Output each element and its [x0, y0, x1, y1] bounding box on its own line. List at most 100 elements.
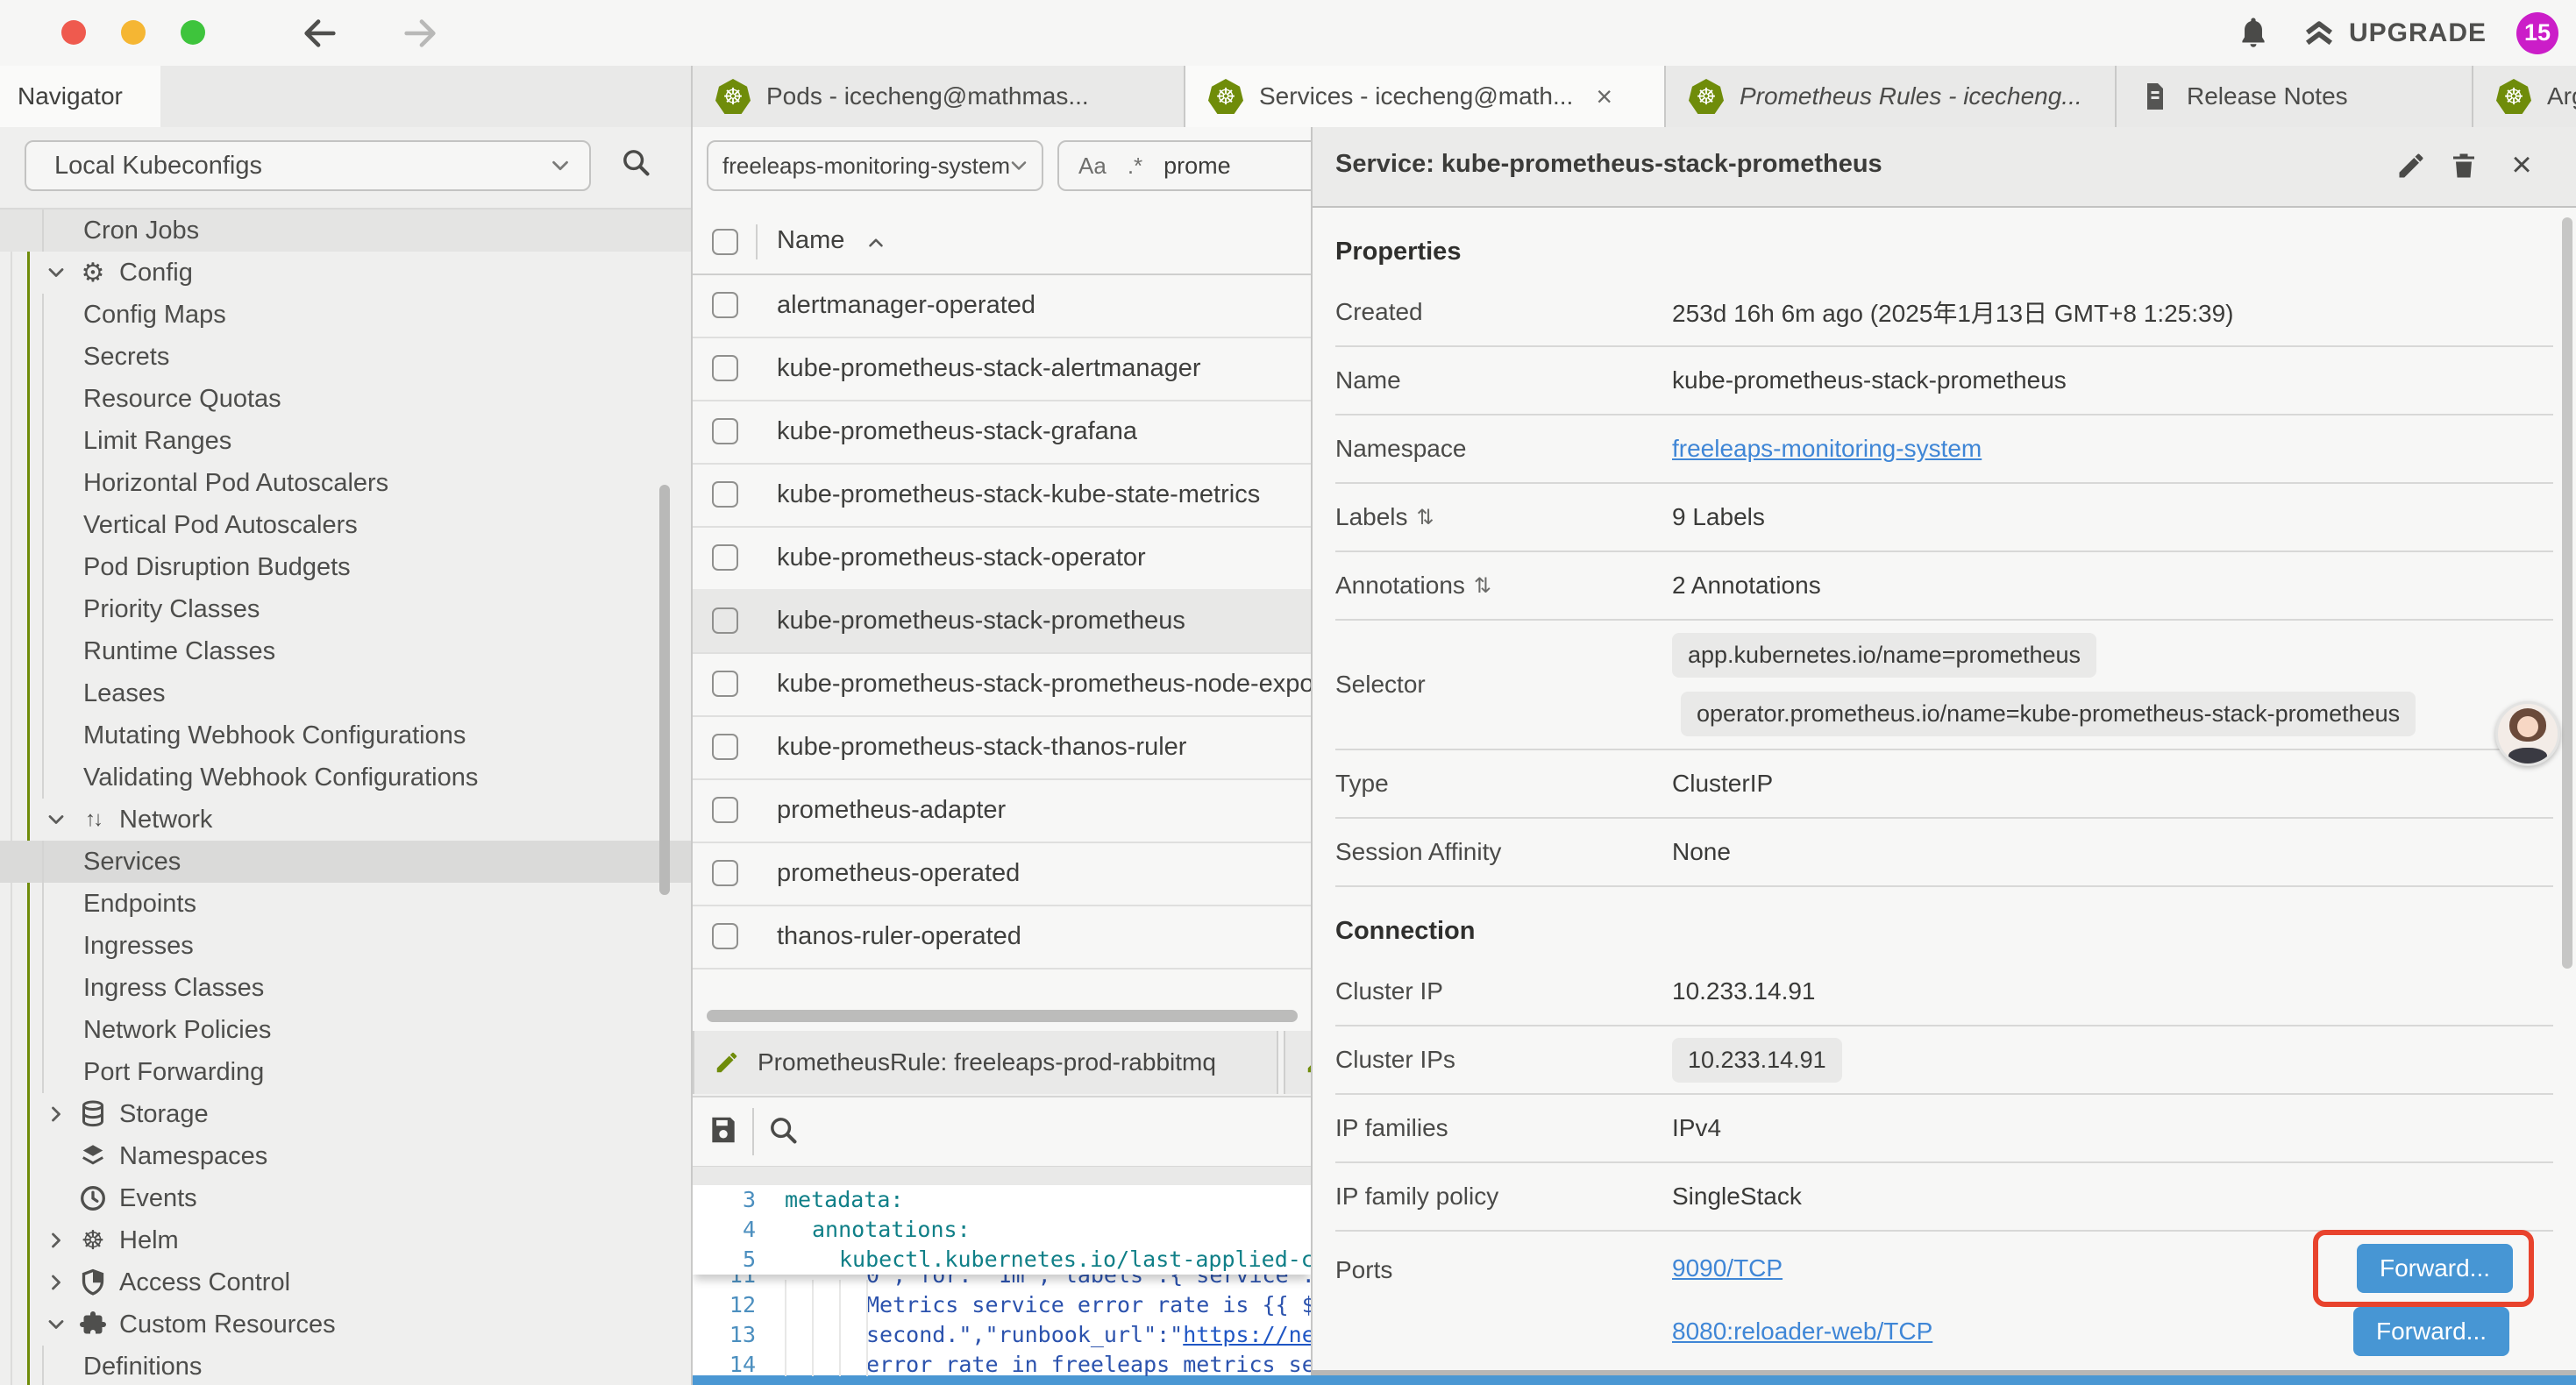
minimize-window-button[interactable] [121, 20, 146, 45]
sidebar-item-leases[interactable]: Leases [0, 672, 691, 714]
row-checkbox[interactable] [712, 544, 738, 571]
sidebar-item-limit-ranges[interactable]: Limit Ranges [0, 420, 691, 462]
chevron-right-icon[interactable] [44, 1102, 68, 1126]
sidebar-item-helm[interactable]: ☸Helm [0, 1219, 691, 1261]
sidebar-item-access-control[interactable]: Access Control [0, 1261, 691, 1303]
row-checkbox[interactable] [712, 292, 738, 318]
runbook-url-link[interactable]: https://net [1183, 1322, 1311, 1347]
sort-toggle-icon[interactable]: ⇅ [1474, 573, 1491, 599]
sidebar-item-priority-classes[interactable]: Priority Classes [0, 588, 691, 630]
sidebar-item-config[interactable]: ⚙Config [0, 252, 691, 294]
table-row[interactable]: kube-prometheus-stack-prometheus-node-ex… [693, 652, 1311, 717]
row-checkbox[interactable] [712, 860, 738, 886]
sidebar-item-ingress-classes[interactable]: Ingress Classes [0, 967, 691, 1009]
namespace-select[interactable]: freeleaps-monitoring-system [707, 140, 1043, 191]
filter-input[interactable]: Aa .* prome [1057, 140, 1311, 191]
sidebar-item-network-policies[interactable]: Network Policies [0, 1009, 691, 1051]
delete-icon[interactable] [2448, 150, 2480, 181]
row-checkbox[interactable] [712, 671, 738, 697]
maximize-window-button[interactable] [181, 20, 205, 45]
table-row[interactable]: prometheus-adapter [693, 778, 1311, 843]
table-row[interactable]: kube-prometheus-stack-prometheus [693, 589, 1311, 654]
row-checkbox[interactable] [712, 797, 738, 823]
table-row[interactable]: kube-prometheus-stack-thanos-ruler [693, 715, 1311, 780]
sort-toggle-icon[interactable]: ⇅ [1417, 505, 1434, 530]
tab-services-icecheng-math[interactable]: ☸Services - icecheng@math...× [1185, 66, 1666, 129]
row-checkbox[interactable] [712, 481, 738, 508]
select-all-checkbox[interactable] [712, 229, 738, 255]
sidebar-item-config-maps[interactable]: Config Maps [0, 294, 691, 336]
upgrade-button[interactable]: UPGRADE [2302, 16, 2487, 51]
chevron-down-icon[interactable] [44, 260, 68, 285]
navigator-tab[interactable]: Navigator [0, 66, 160, 127]
table-row[interactable]: kube-prometheus-stack-alertmanager [693, 337, 1311, 401]
sidebar-item-ingresses[interactable]: Ingresses [0, 925, 691, 967]
sidebar-item-services[interactable]: Services [0, 841, 691, 883]
sidebar-item-runtime-classes[interactable]: Runtime Classes [0, 630, 691, 672]
sidebar-item-cron-jobs[interactable]: Cron Jobs [0, 210, 691, 252]
match-case-toggle[interactable]: Aa [1078, 153, 1107, 180]
sidebar-item-pod-disruption-budgets[interactable]: Pod Disruption Budgets [0, 546, 691, 588]
sidebar-item-secrets[interactable]: Secrets [0, 336, 691, 378]
row-checkbox[interactable] [712, 734, 738, 760]
sidebar-item-definitions[interactable]: Definitions [0, 1346, 691, 1385]
yaml-editor[interactable]: 110", for: "1m", labels :{ service : "12… [693, 1185, 1311, 1385]
forward-button[interactable]: Forward... [2353, 1307, 2509, 1356]
profile-badge[interactable]: 15 [2516, 12, 2558, 54]
chevron-down-icon[interactable] [44, 807, 68, 832]
table-row[interactable]: kube-prometheus-stack-operator [693, 526, 1311, 591]
chevron-right-icon[interactable] [44, 1270, 68, 1295]
sidebar-item-vertical-pod-autoscalers[interactable]: Vertical Pod Autoscalers [0, 504, 691, 546]
table-row[interactable]: kube-prometheus-stack-kube-state-metrics [693, 463, 1311, 528]
close-icon[interactable]: × [2506, 150, 2537, 181]
namespace-link[interactable]: freeleaps-monitoring-system [1672, 435, 1982, 462]
close-window-button[interactable] [61, 20, 86, 45]
sidebar-item-port-forwarding[interactable]: Port Forwarding [0, 1051, 691, 1093]
editor-tab-partial[interactable] [1284, 1031, 1311, 1094]
avatar[interactable] [2495, 701, 2560, 766]
editor-tab-prometheusrule[interactable]: PrometheusRule: freeleaps-prod-rabbitmq [693, 1031, 1278, 1094]
sidebar-scrollbar[interactable] [659, 485, 670, 895]
horizontal-scrollbar[interactable] [707, 1010, 1298, 1022]
sidebar-item-endpoints[interactable]: Endpoints [0, 883, 691, 925]
tab-pods-icecheng-mathmas[interactable]: ☸Pods - icecheng@mathmas... [693, 66, 1185, 127]
table-row[interactable]: prometheus-operated [693, 842, 1311, 906]
table-row[interactable]: alertmanager-operated [693, 273, 1311, 338]
sidebar-item-events[interactable]: Events [0, 1177, 691, 1219]
port-link[interactable]: 8080:reloader-web/TCP [1672, 1318, 2353, 1346]
edit-icon[interactable] [2395, 150, 2427, 181]
row-checkbox[interactable] [712, 923, 738, 949]
sidebar-item-resource-quotas[interactable]: Resource Quotas [0, 378, 691, 420]
table-row[interactable]: thanos-ruler-operated [693, 905, 1311, 970]
sidebar-item-storage[interactable]: Storage [0, 1093, 691, 1135]
row-checkbox[interactable] [712, 607, 738, 634]
name-column-header[interactable]: Name [777, 226, 844, 255]
table-row[interactable]: kube-prometheus-stack-grafana [693, 400, 1311, 465]
chevron-right-icon[interactable] [44, 1228, 68, 1253]
chevron-down-icon[interactable] [44, 1312, 68, 1337]
save-icon[interactable] [707, 1113, 740, 1147]
close-tab-icon[interactable]: × [1596, 81, 1612, 113]
row-checkbox[interactable] [712, 418, 738, 444]
forward-button[interactable] [400, 13, 440, 53]
editor-search-icon[interactable] [766, 1113, 800, 1147]
sidebar-item-network[interactable]: ↑↓Network [0, 799, 691, 841]
tab-prometheus-rules-icecheng[interactable]: ☸Prometheus Rules - icecheng... [1666, 66, 2117, 127]
row-checkbox[interactable] [712, 355, 738, 381]
port-link[interactable]: 9090/TCP [1672, 1254, 2313, 1282]
forward-button[interactable]: Forward... [2357, 1244, 2513, 1293]
sidebar-item-validating-webhook-configurations[interactable]: Validating Webhook Configurations [0, 756, 691, 799]
sidebar-item-mutating-webhook-configurations[interactable]: Mutating Webhook Configurations [0, 714, 691, 756]
back-button[interactable] [300, 13, 340, 53]
tab-release-notes[interactable]: Release Notes [2117, 66, 2473, 127]
tab-argo-se[interactable]: ☸Argo Se [2473, 66, 2576, 127]
kubeconfig-select[interactable]: Local Kubeconfigs [25, 140, 591, 191]
sidebar-item-namespaces[interactable]: Namespaces [0, 1135, 691, 1177]
sidebar-search-icon[interactable] [619, 146, 652, 179]
sidebar-item-horizontal-pod-autoscalers[interactable]: Horizontal Pod Autoscalers [0, 462, 691, 504]
details-scrollbar[interactable] [2562, 217, 2572, 969]
sidebar-item-custom-resources[interactable]: Custom Resources [0, 1303, 691, 1346]
notifications-bell-icon[interactable] [2235, 14, 2272, 53]
sort-ascending-icon[interactable] [865, 231, 887, 254]
regex-toggle[interactable]: .* [1128, 153, 1142, 180]
